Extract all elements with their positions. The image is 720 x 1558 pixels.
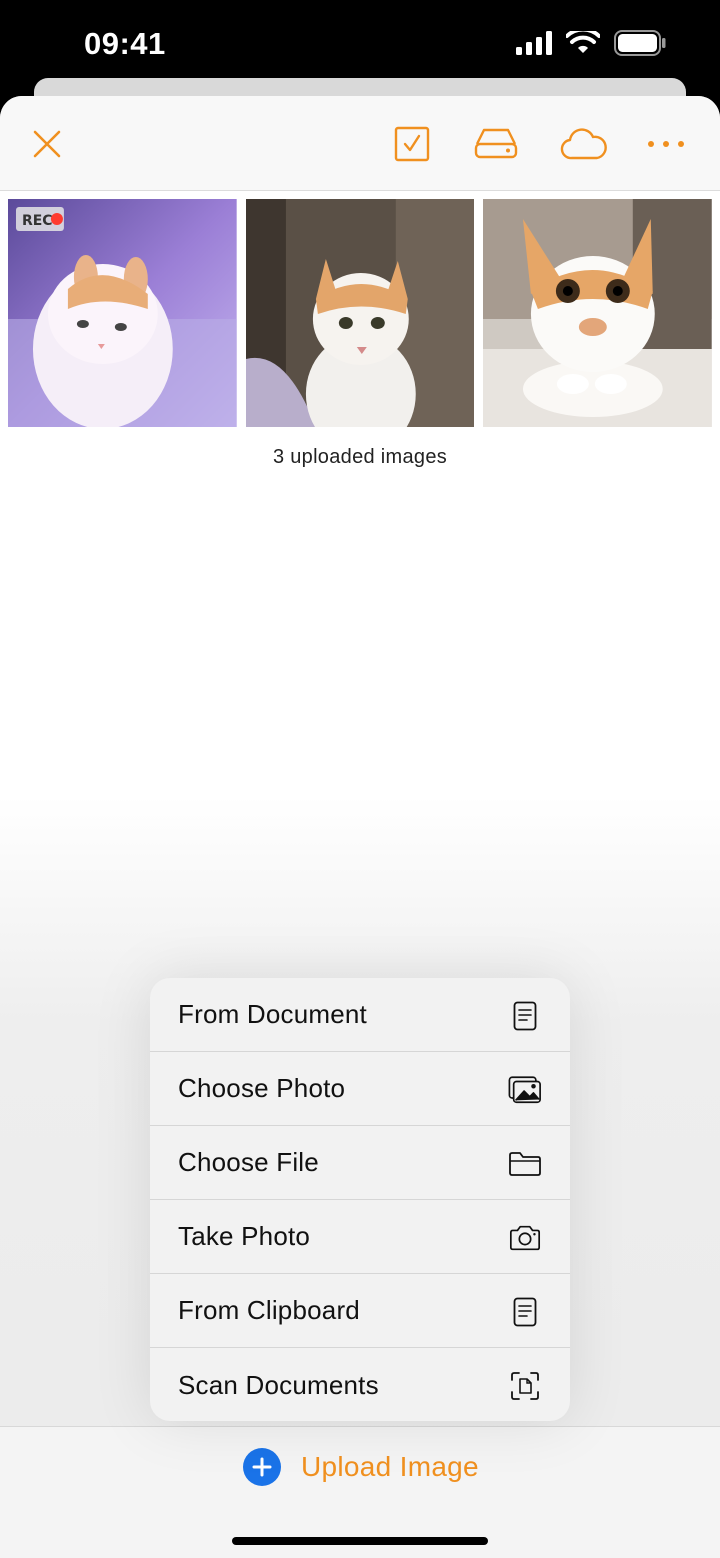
more-icon — [648, 141, 684, 147]
menu-item-choose-file[interactable]: Choose File — [150, 1126, 570, 1200]
scan-document-icon — [508, 1370, 542, 1402]
cat-photo-3 — [483, 199, 713, 427]
storage-button[interactable] — [472, 120, 520, 168]
bottom-bar: Upload Image — [0, 1426, 720, 1558]
rec-badge: REC — [22, 213, 53, 229]
menu-item-label: Choose File — [178, 1147, 319, 1177]
cloud-icon — [560, 128, 607, 160]
photo-library-icon — [508, 1074, 542, 1106]
gallery-caption: 3 uploaded images — [272, 446, 448, 468]
camera-icon — [508, 1222, 542, 1254]
home-indicator — [232, 1537, 488, 1545]
close-icon — [33, 130, 61, 158]
cat-photo-2 — [245, 199, 475, 427]
cloud-button[interactable] — [560, 120, 608, 168]
upload-source-menu: From Document Choose Photo Choose File T… — [150, 978, 570, 1421]
battery-icon — [614, 30, 666, 56]
menu-item-take-photo[interactable]: Take Photo — [150, 1200, 570, 1274]
uploaded-image-3[interactable] — [483, 199, 713, 427]
upload-image-label: Upload Image — [301, 1451, 479, 1482]
menu-item-label: Scan Documents — [178, 1369, 379, 1400]
menu-item-label: From Clipboard — [178, 1295, 360, 1325]
menu-item-choose-photo[interactable]: Choose Photo — [150, 1052, 570, 1126]
status-time: 09:41 — [84, 26, 166, 61]
uploaded-image-2[interactable] — [245, 199, 475, 427]
document-icon — [508, 1000, 542, 1032]
plus-icon — [243, 1448, 281, 1486]
clipboard-icon — [508, 1296, 542, 1328]
more-button[interactable] — [642, 120, 690, 168]
menu-item-from-document[interactable]: From Document — [150, 978, 570, 1052]
menu-item-label: Choose Photo — [178, 1073, 346, 1103]
uploaded-image-1[interactable]: REC — [8, 199, 237, 427]
menu-item-label: From Document — [178, 999, 367, 1029]
select-button[interactable] — [388, 120, 436, 168]
wifi-icon — [566, 31, 600, 53]
cellular-signal-icon — [516, 31, 552, 55]
checkbox-icon — [394, 126, 430, 162]
drive-icon — [474, 128, 518, 159]
cat-photo-1: REC — [8, 199, 237, 427]
menu-item-label: Take Photo — [178, 1221, 311, 1251]
menu-item-from-clipboard[interactable]: From Clipboard — [150, 1274, 570, 1348]
menu-item-scan-documents[interactable]: Scan Documents — [150, 1348, 570, 1421]
close-button[interactable] — [23, 120, 71, 168]
toolbar — [0, 96, 720, 191]
status-icons — [516, 30, 666, 56]
upload-image-button[interactable]: Upload Image — [243, 1447, 479, 1487]
image-gallery: REC — [8, 199, 713, 427]
folder-icon — [508, 1148, 542, 1180]
status-bar: 09:41 — [0, 0, 720, 88]
